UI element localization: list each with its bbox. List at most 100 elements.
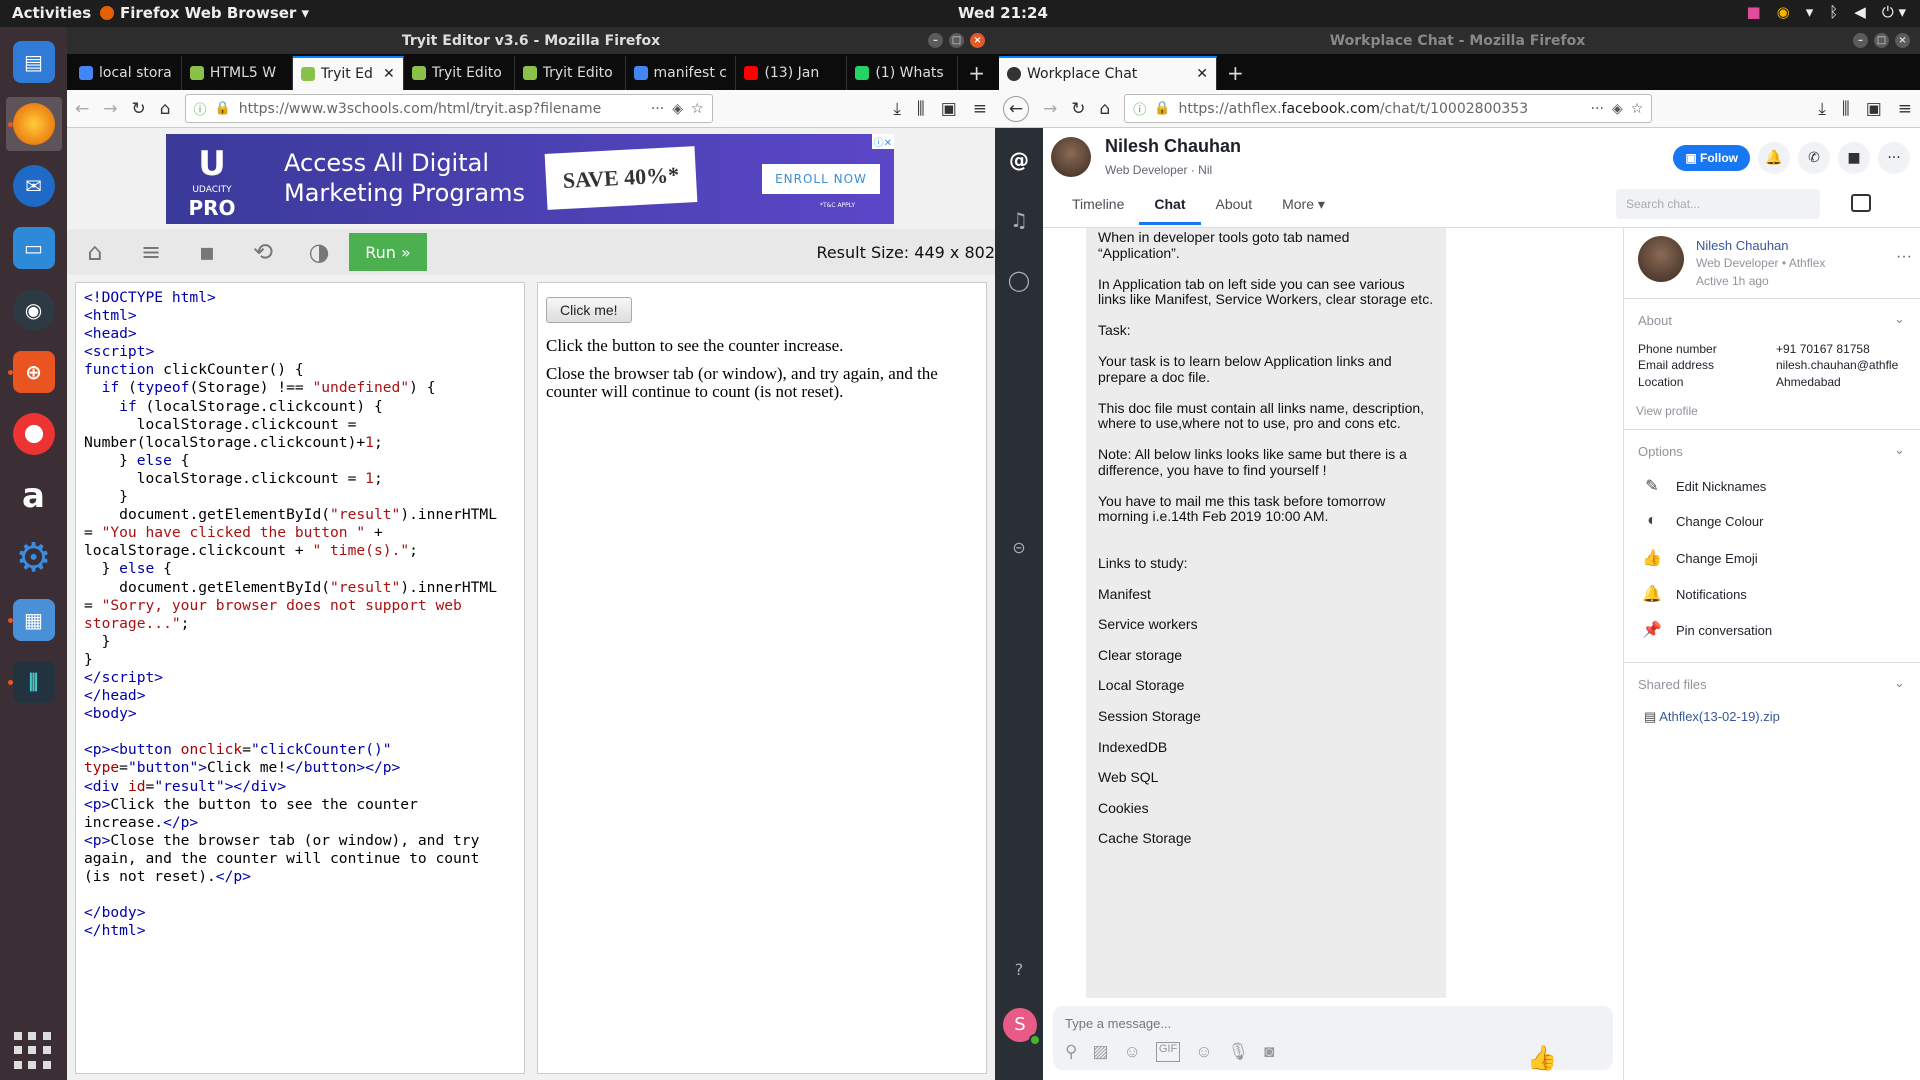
contrast-icon[interactable]: ◑ — [291, 229, 347, 275]
activities-button[interactable]: Activities — [12, 4, 91, 22]
bookmark-star-icon[interactable]: ☆ — [691, 101, 704, 117]
reload-icon[interactable]: ↻ — [1071, 99, 1085, 119]
microphone-icon[interactable]: 🎙 — [1228, 1042, 1250, 1062]
tab-0[interactable]: local stora — [71, 56, 182, 90]
power-icon[interactable]: ⏻ ▾ — [1882, 3, 1906, 21]
minimize-icon[interactable]: – — [928, 33, 943, 48]
option-notifications[interactable]: 🔔 Notifications — [1642, 584, 1747, 604]
home-icon[interactable]: ⌂ — [1100, 99, 1111, 119]
notifications-bell-icon[interactable]: ♫ — [1007, 208, 1031, 232]
reload-icon[interactable]: ↻ — [132, 99, 146, 119]
dock-thunderbird[interactable]: ✉ — [6, 159, 62, 213]
message-input[interactable]: Type a message... — [1065, 1016, 1171, 1031]
sticker-icon[interactable]: ☺ — [1124, 1042, 1141, 1062]
video-call-icon[interactable]: ■ — [1838, 142, 1870, 174]
tab-6[interactable]: (13) Jan — [736, 56, 848, 90]
lock-icon[interactable]: 🔒 — [215, 101, 231, 116]
click-me-button[interactable]: Click me! — [546, 297, 632, 323]
dock-firefox[interactable] — [5, 97, 62, 151]
bell-icon[interactable]: 🔔 — [1758, 142, 1790, 174]
profile-name[interactable]: Nilesh Chauhan — [1105, 136, 1241, 157]
info-icon[interactable]: ⓘ — [194, 99, 207, 118]
sidebar-name[interactable]: Nilesh Chauhan — [1696, 238, 1789, 253]
tab-more[interactable]: More ▾ — [1267, 184, 1340, 225]
home-icon[interactable]: ⌂ — [67, 229, 123, 275]
photo-icon[interactable]: ▨ — [1092, 1042, 1108, 1062]
more-icon[interactable]: ··· — [1896, 248, 1912, 266]
tab-close-icon[interactable]: ✕ — [383, 66, 395, 82]
bookmark-star-icon[interactable]: ☆ — [1631, 101, 1644, 117]
tab-chat[interactable]: Chat — [1139, 184, 1201, 225]
clock[interactable]: Wed 21:24 — [958, 4, 1048, 22]
bluetooth-icon[interactable]: ᛒ — [1829, 3, 1838, 21]
thumbs-up-icon[interactable]: 👍 — [1527, 1044, 1557, 1072]
system-tray[interactable]: ■ ◉ ▾ ᛒ ◀ ⏻ ▾ — [1746, 3, 1906, 21]
app-indicator-icon[interactable]: ■ — [1746, 3, 1760, 21]
forward-icon[interactable]: → — [103, 99, 117, 119]
tab-about[interactable]: About — [1201, 184, 1268, 225]
pocket-icon[interactable]: ◈ — [1612, 101, 1623, 117]
new-tab-icon[interactable]: + — [958, 56, 995, 90]
chrome-icon[interactable]: ◉ — [1777, 3, 1790, 21]
shared-files-title[interactable]: Shared files — [1638, 677, 1707, 692]
attach-icon[interactable]: ⚲ — [1065, 1042, 1077, 1062]
run-button[interactable]: Run » — [349, 233, 427, 271]
ad-enroll-button[interactable]: ENROLL NOW — [762, 164, 880, 194]
options-title[interactable]: Options — [1638, 444, 1683, 459]
page-actions-icon[interactable]: ··· — [1591, 101, 1604, 117]
dock-image-viewer[interactable]: ▦ — [6, 593, 62, 647]
sidebar-icon[interactable]: ▣ — [941, 99, 957, 119]
details-panel-icon[interactable] — [1851, 194, 1871, 212]
sidebar-icon[interactable]: ▣ — [1866, 99, 1882, 119]
back-icon[interactable]: ← — [75, 99, 89, 119]
url-bar[interactable]: ⓘ 🔒 https://athflex.facebook.com/chat/t/… — [1124, 94, 1653, 123]
option-change-emoji[interactable]: 👍 Change Emoji — [1642, 548, 1758, 568]
tab-close-icon[interactable]: ✕ — [1196, 66, 1208, 82]
about-title[interactable]: About — [1638, 313, 1672, 328]
lock-icon[interactable]: 🔒 — [1154, 101, 1170, 116]
tab-3[interactable]: Tryit Edito — [404, 56, 515, 90]
library-icon[interactable]: ⫼ — [917, 99, 925, 119]
url-bar[interactable]: ⓘ 🔒 https://www.w3schools.com/html/tryit… — [184, 94, 713, 123]
follow-button[interactable]: ▣ Follow — [1673, 145, 1750, 171]
rotate-layout-icon[interactable]: ⟲ — [235, 229, 291, 275]
profile-avatar[interactable] — [1051, 137, 1091, 177]
dock-files[interactable]: ▭ — [6, 221, 62, 275]
dock-help[interactable] — [6, 407, 62, 461]
show-applications-icon[interactable] — [14, 1032, 52, 1070]
menu-icon[interactable]: ≡ — [973, 99, 987, 119]
menu-icon[interactable]: ≡ — [1898, 99, 1912, 119]
new-tab-icon[interactable]: + — [1217, 56, 1254, 90]
dock-mixer[interactable]: ⫼ — [6, 655, 62, 709]
tab-timeline[interactable]: Timeline — [1057, 184, 1139, 225]
tab-4[interactable]: Tryit Edito — [515, 56, 626, 90]
chevron-down-icon[interactable]: ⌄ — [1894, 675, 1905, 691]
close-icon[interactable]: × — [1895, 33, 1910, 48]
option-pin-conversation[interactable]: 📌 Pin conversation — [1642, 620, 1772, 640]
option-change-colour[interactable]: ◐ Change Colour — [1642, 512, 1763, 530]
dock-settings[interactable]: ⚙ — [6, 531, 62, 585]
maximize-icon[interactable]: □ — [1874, 33, 1889, 48]
download-icon[interactable]: ⤓ — [893, 99, 901, 119]
chat-bubble-icon[interactable]: ◯ — [1007, 268, 1031, 292]
collapse-arrow-icon[interactable]: ⊝ — [1007, 536, 1031, 560]
home-icon[interactable]: ⌂ — [160, 99, 171, 119]
volume-icon[interactable]: ◀ — [1854, 3, 1866, 21]
chevron-down-icon[interactable]: ⌄ — [1894, 442, 1905, 458]
hamburger-menu-icon[interactable]: ≡ — [123, 229, 179, 275]
dock-amazon[interactable]: a — [6, 469, 62, 523]
sidebar-avatar[interactable] — [1638, 236, 1684, 282]
tab-2[interactable]: Tryit Ed ✕ — [292, 56, 404, 90]
camera-icon[interactable]: ◙ — [1264, 1042, 1274, 1062]
save-icon[interactable]: ▪ — [179, 229, 235, 275]
page-actions-icon[interactable]: ··· — [651, 101, 664, 117]
wifi-icon[interactable]: ▾ — [1806, 3, 1814, 21]
ad-close-icon[interactable]: ⓘ✕ — [871, 134, 894, 149]
gif-icon[interactable]: GIF — [1155, 1042, 1181, 1062]
window-titlebar[interactable]: Tryit Editor v3.6 - Mozilla Firefox – □ × — [67, 27, 995, 54]
window-titlebar[interactable]: Workplace Chat - Mozilla Firefox – □ × — [995, 27, 1920, 54]
help-icon[interactable]: ? — [1007, 958, 1031, 982]
tab-workplace-chat[interactable]: Workplace Chat ✕ — [999, 56, 1217, 90]
code-editor[interactable]: <!DOCTYPE html> <html> <head> <script> f… — [75, 282, 525, 1074]
dock-software[interactable]: ⊕ — [6, 345, 62, 399]
